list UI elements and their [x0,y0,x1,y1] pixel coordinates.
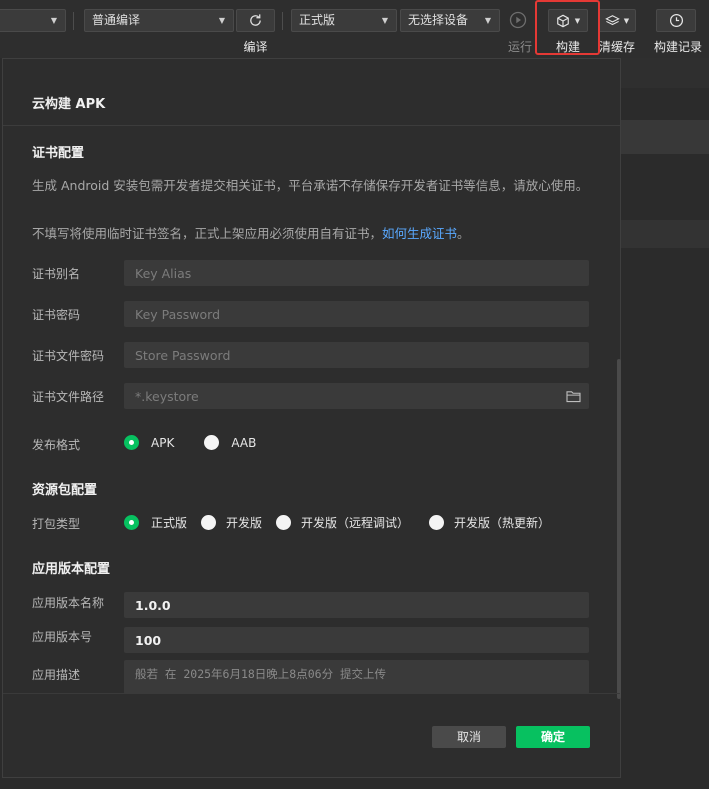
cert-note-text: 不填写将使用临时证书签名，正式上架应用必须使用自有证书， [32,226,383,241]
publish-format-group: APK AAB [124,435,272,450]
cert-section-title: 证书配置 [32,146,85,161]
how-to-generate-cert-link[interactable]: 如何生成证书 [382,226,457,241]
radio-label: 正式版 [151,516,188,530]
format-apk-radio[interactable]: APK [124,435,174,450]
store-password-input[interactable] [124,342,589,368]
clock-icon [669,13,683,28]
refresh-icon [250,14,261,26]
version-code-input[interactable] [124,627,589,653]
key-alias-label: 证书别名 [32,267,81,281]
compile-mode-value: 普通编译 [92,13,141,27]
radio-checked-icon [124,435,139,450]
browse-folder-button[interactable] [566,388,584,404]
layers-icon [604,14,620,25]
left-select[interactable]: ▼ [0,9,66,32]
build-history-button[interactable] [656,9,696,32]
radio-unchecked-icon [204,435,220,450]
version-name-label: 应用版本名称 [32,596,105,610]
radio-unchecked-icon [276,515,292,530]
radio-label: 开发版 [226,516,263,530]
radio-label: 开发版（热更新） [454,516,551,530]
resource-section-title: 资源包配置 [32,483,98,498]
device-select[interactable]: 无选择设备 ▼ [400,9,500,32]
version-name-input[interactable] [124,592,589,618]
device-value: 无选择设备 [408,13,469,27]
cloud-build-dialog: 云构建 APK 证书配置 生成 Android 安装包需开发者提交相关证书，平台… [2,58,621,778]
app-description-textarea[interactable]: 般若 在 2025年6月18日晚上8点06分 提交上传 [124,660,589,694]
cert-description-2: 不填写将使用临时证书签名，正式上架应用必须使用自有证书，如何生成证书。 [32,224,592,244]
radio-label: AAB [231,435,257,450]
cert-note-end: 。 [457,226,470,241]
version-code-label: 应用版本号 [32,630,93,644]
compile-mode-select[interactable]: 普通编译 ▼ [84,9,234,32]
store-password-label: 证书文件密码 [32,349,105,363]
compile-button[interactable] [236,9,275,32]
version-value: 正式版 [299,13,336,27]
cancel-button[interactable]: 取消 [432,726,506,748]
build-history-label: 构建记录 [653,40,702,54]
package-type-label: 打包类型 [32,517,81,531]
divider [73,12,74,30]
play-icon [509,11,527,29]
package-dev-hotupdate-radio[interactable]: 开发版（热更新） [429,514,550,531]
package-dev-remote-radio[interactable]: 开发版（远程调试） [276,514,409,531]
chevron-down-icon: ▼ [623,16,630,25]
top-toolbar: ▼ 普通编译 ▼ 编译 正式版 ▼ 无选择设备 ▼ 运行 ▼ 构建 ▼ 清缓存 … [0,0,709,58]
package-release-radio[interactable]: 正式版 [124,514,187,531]
package-dev-radio[interactable]: 开发版 [201,514,262,531]
clear-cache-button[interactable]: ▼ [598,9,636,32]
radio-unchecked-icon [201,515,217,530]
compile-label: 编译 [243,40,268,54]
format-aab-radio[interactable]: AAB [204,435,256,450]
publish-format-label: 发布格式 [32,438,81,452]
run-button[interactable] [509,11,527,33]
version-select[interactable]: 正式版 ▼ [291,9,397,32]
clear-cache-label: 清缓存 [598,40,635,54]
radio-label: APK [151,435,175,450]
divider [3,125,620,126]
app-version-section-title: 应用版本配置 [32,562,111,577]
chevron-down-icon: ▼ [381,16,388,25]
divider [282,12,283,30]
chevron-down-icon: ▼ [484,16,491,25]
run-label: 运行 [507,40,532,54]
key-password-input[interactable] [124,301,589,327]
package-type-group: 正式版 开发版 开发版（远程调试） 开发版（热更新） [124,514,566,531]
scrollbar[interactable] [617,359,621,699]
key-password-label: 证书密码 [32,308,81,322]
background-pane [621,58,709,88]
confirm-button[interactable]: 确定 [516,726,590,748]
keystore-path-input[interactable] [124,383,589,409]
folder-icon [566,391,581,403]
background-pane [621,220,709,248]
divider [3,693,620,694]
app-description-label: 应用描述 [32,668,81,682]
keystore-path-label: 证书文件路径 [32,390,105,404]
radio-label: 开发版（远程调试） [301,516,410,530]
build-highlight-box [535,0,600,55]
chevron-down-icon: ▼ [218,16,225,25]
key-alias-input[interactable] [124,260,589,286]
radio-checked-icon [124,515,139,530]
chevron-down-icon: ▼ [50,16,57,25]
background-pane [621,120,709,154]
dialog-title: 云构建 APK [32,97,106,112]
cert-description: 生成 Android 安装包需开发者提交相关证书，平台承诺不存储保存开发者证书等… [32,178,589,193]
radio-unchecked-icon [429,515,445,530]
